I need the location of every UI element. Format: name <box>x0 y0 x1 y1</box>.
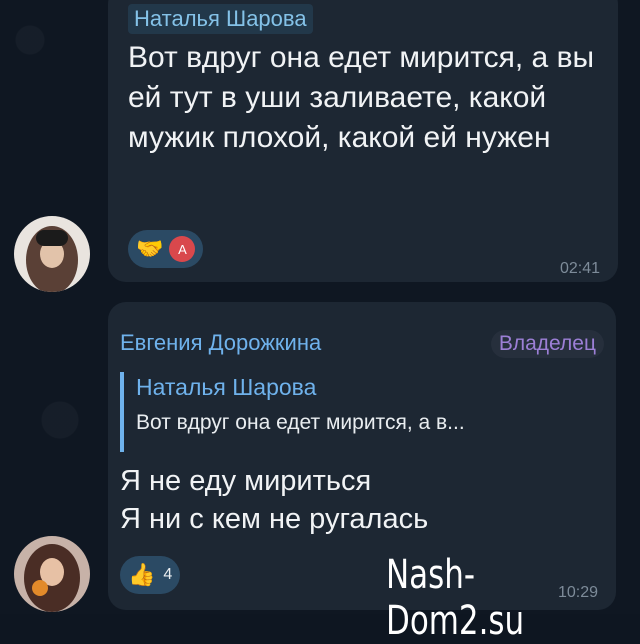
reaction-bar: 🤝 A <box>128 230 204 268</box>
message-text: Вот вдруг она едет мирится, а вы ей тут … <box>128 41 595 154</box>
message-line: Я ни с кем не ругалась <box>120 503 429 535</box>
sender-avatar[interactable] <box>14 216 90 292</box>
thumbs-up-icon: 👍 <box>128 562 156 587</box>
message-bubble[interactable]: Наталья Шарова Вот вдруг она едет миритс… <box>108 0 618 282</box>
owner-badge: Владелец <box>490 330 604 358</box>
sender-name[interactable]: Наталья Шарова <box>128 4 313 34</box>
reaction-pill[interactable]: 🤝 A <box>128 230 204 268</box>
reply-text: Вот вдруг она едет мирится, а в... <box>136 411 465 434</box>
avatar-photo <box>14 536 90 612</box>
handshake-icon: 🤝 <box>136 236 164 261</box>
reaction-pill[interactable]: 👍 4 <box>120 556 181 594</box>
reaction-bar: 👍 4 <box>120 556 181 594</box>
watermark: Nash-Dom2.su <box>386 552 525 644</box>
reactor-avatar: A <box>169 236 196 262</box>
reply-quote[interactable]: Наталья Шарова Вот вдруг она едет миритс… <box>120 372 598 452</box>
message-line: Я не еду мириться <box>120 465 372 497</box>
sender-name[interactable]: Евгения Дорожкина <box>120 330 321 356</box>
reply-sender-name: Наталья Шарова <box>136 374 317 400</box>
message-text: Я не еду мириться Я ни с кем не ругалась <box>120 462 590 538</box>
avatar-photo <box>14 216 90 292</box>
sender-avatar[interactable] <box>14 536 90 612</box>
reaction-count: 4 <box>163 566 173 583</box>
message-time: 02:41 <box>559 260 600 277</box>
